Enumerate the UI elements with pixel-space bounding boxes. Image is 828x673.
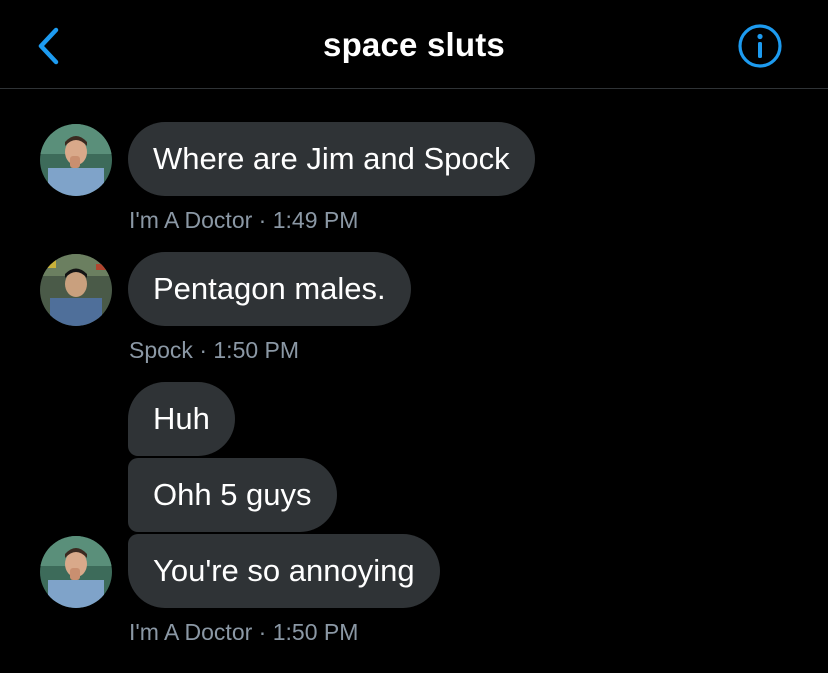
conversation-header: space sluts <box>0 0 828 89</box>
message-bubble[interactable]: Huh <box>128 382 235 456</box>
meta-time: 1:50 PM <box>272 619 359 645</box>
message-meta: I'm A Doctor · 1:49 PM <box>129 205 358 235</box>
message-bubble[interactable]: Where are Jim and Spock <box>128 122 535 196</box>
meta-time: 1:49 PM <box>272 207 359 233</box>
message-bubble[interactable]: Ohh 5 guys <box>128 458 337 532</box>
info-circle-icon <box>738 24 782 68</box>
sender-avatar-spock[interactable] <box>40 254 112 326</box>
sender-avatar-doctor[interactable] <box>40 124 112 196</box>
message-bubble[interactable]: You're so annoying <box>128 534 440 608</box>
message-meta: I'm A Doctor · 1:50 PM <box>129 617 358 647</box>
meta-sender: Spock <box>129 337 193 363</box>
message-meta: Spock · 1:50 PM <box>129 335 299 365</box>
meta-separator: · <box>252 207 273 233</box>
meta-separator: · <box>192 337 214 363</box>
meta-separator: · <box>252 619 273 645</box>
meta-time: 1:50 PM <box>213 337 300 363</box>
info-button[interactable] <box>737 23 783 69</box>
conversation-title[interactable]: space sluts <box>0 24 828 66</box>
sender-avatar-doctor[interactable] <box>40 536 112 608</box>
meta-sender: I'm A Doctor <box>129 619 253 645</box>
meta-sender: I'm A Doctor <box>129 207 253 233</box>
message-bubble[interactable]: Pentagon males. <box>128 252 411 326</box>
